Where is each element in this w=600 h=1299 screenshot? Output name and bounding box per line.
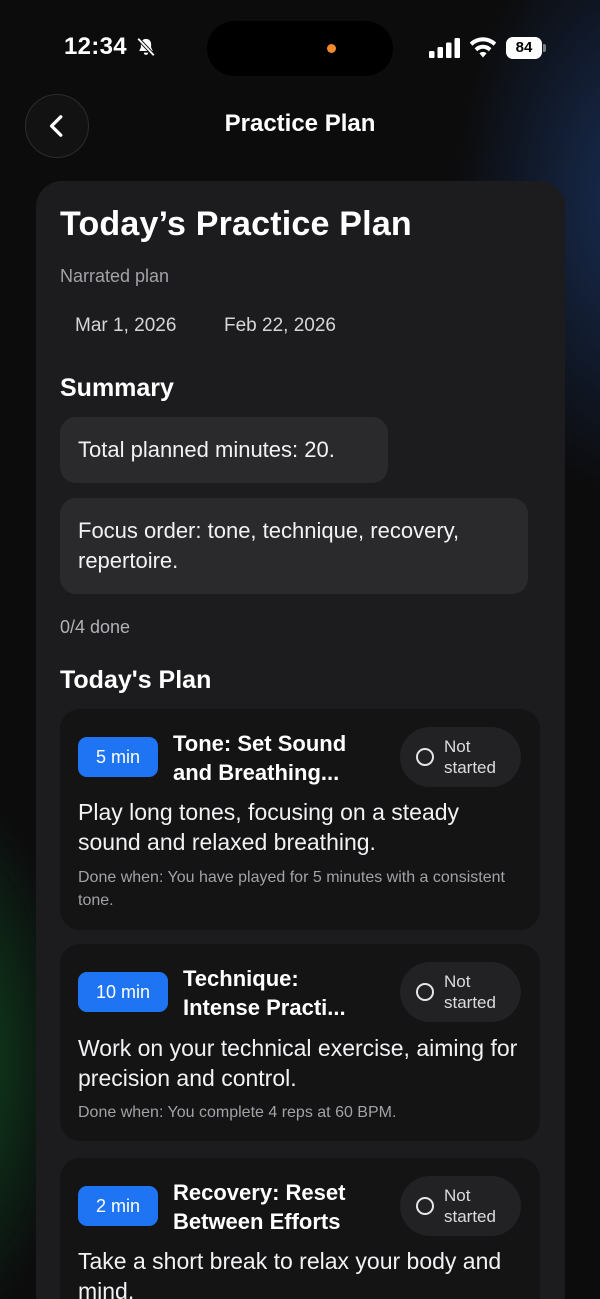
task-title: Recovery: Reset Between Efforts — [173, 1178, 345, 1236]
task-done-criteria: Done when: You complete 4 reps at 60 BPM… — [78, 1104, 397, 1121]
task-title-line: Recovery: Reset — [173, 1180, 346, 1205]
plan-subtitle: Narrated plan — [60, 266, 170, 286]
task-description: Work on your technical exercise, aiming … — [78, 1035, 518, 1091]
status-bar: 12:34 84 — [0, 0, 600, 96]
dynamic-island — [207, 21, 393, 76]
task-done-criteria: Done when: You have played for 5 minutes… — [78, 869, 505, 909]
task-status-label: Not started — [444, 972, 496, 1012]
task-title: Technique: Intense Practi... — [183, 964, 346, 1022]
task-description: Take a short break to relax your body an… — [78, 1248, 502, 1299]
battery-icon: 84 — [506, 37, 546, 59]
circle-icon — [416, 1197, 434, 1215]
status-time: 12:34 — [64, 33, 127, 60]
privacy-indicator-dot — [327, 44, 336, 53]
plan-date-previous: Feb 22, 2026 — [224, 315, 336, 336]
task-status-label: Not started — [444, 737, 496, 777]
duration-badge: 10 min — [78, 972, 168, 1012]
todays-plan-heading: Today's Plan — [60, 666, 212, 694]
summary-item: Total planned minutes: 20. — [60, 417, 388, 483]
duration-badge: 2 min — [78, 1186, 158, 1226]
task-title-line: Technique: — [183, 966, 299, 991]
task-title-line: and Breathing... — [173, 760, 340, 785]
nav-title: Practice Plan — [224, 110, 376, 137]
bell-slash-icon — [136, 37, 156, 57]
task-title-line: Tone: Set Sound — [173, 731, 347, 756]
task-status-toggle[interactable]: Not started — [400, 962, 521, 1022]
summary-item: Focus order: tone, technique, recovery, … — [60, 498, 528, 594]
battery-cap — [543, 44, 546, 52]
task-card[interactable]: 10 min Technique: Intense Practi... Not … — [60, 944, 540, 1141]
wifi-icon — [469, 37, 497, 58]
task-title-line: Intense Practi... — [183, 995, 346, 1020]
circle-icon — [416, 983, 434, 1001]
page-title: Today’s Practice Plan — [60, 205, 412, 243]
summary-heading: Summary — [60, 374, 174, 402]
task-title-line: Between Efforts — [173, 1209, 341, 1234]
task-card[interactable]: 5 min Tone: Set Sound and Breathing... N… — [60, 709, 540, 930]
task-title: Tone: Set Sound and Breathing... — [173, 729, 346, 787]
plan-date-current: Mar 1, 2026 — [75, 315, 177, 336]
battery-level: 84 — [506, 37, 542, 59]
task-card[interactable]: 2 min Recovery: Reset Between Efforts No… — [60, 1158, 540, 1299]
task-description: Play long tones, focusing on a steady so… — [78, 799, 460, 855]
task-status-label: Not started — [444, 1186, 496, 1226]
task-status-toggle[interactable]: Not started — [400, 727, 521, 787]
task-status-toggle[interactable]: Not started — [400, 1176, 521, 1236]
cellular-signal-icon — [429, 38, 460, 58]
progress-count: 0/4 done — [60, 617, 131, 637]
duration-badge: 5 min — [78, 737, 158, 777]
circle-icon — [416, 748, 434, 766]
